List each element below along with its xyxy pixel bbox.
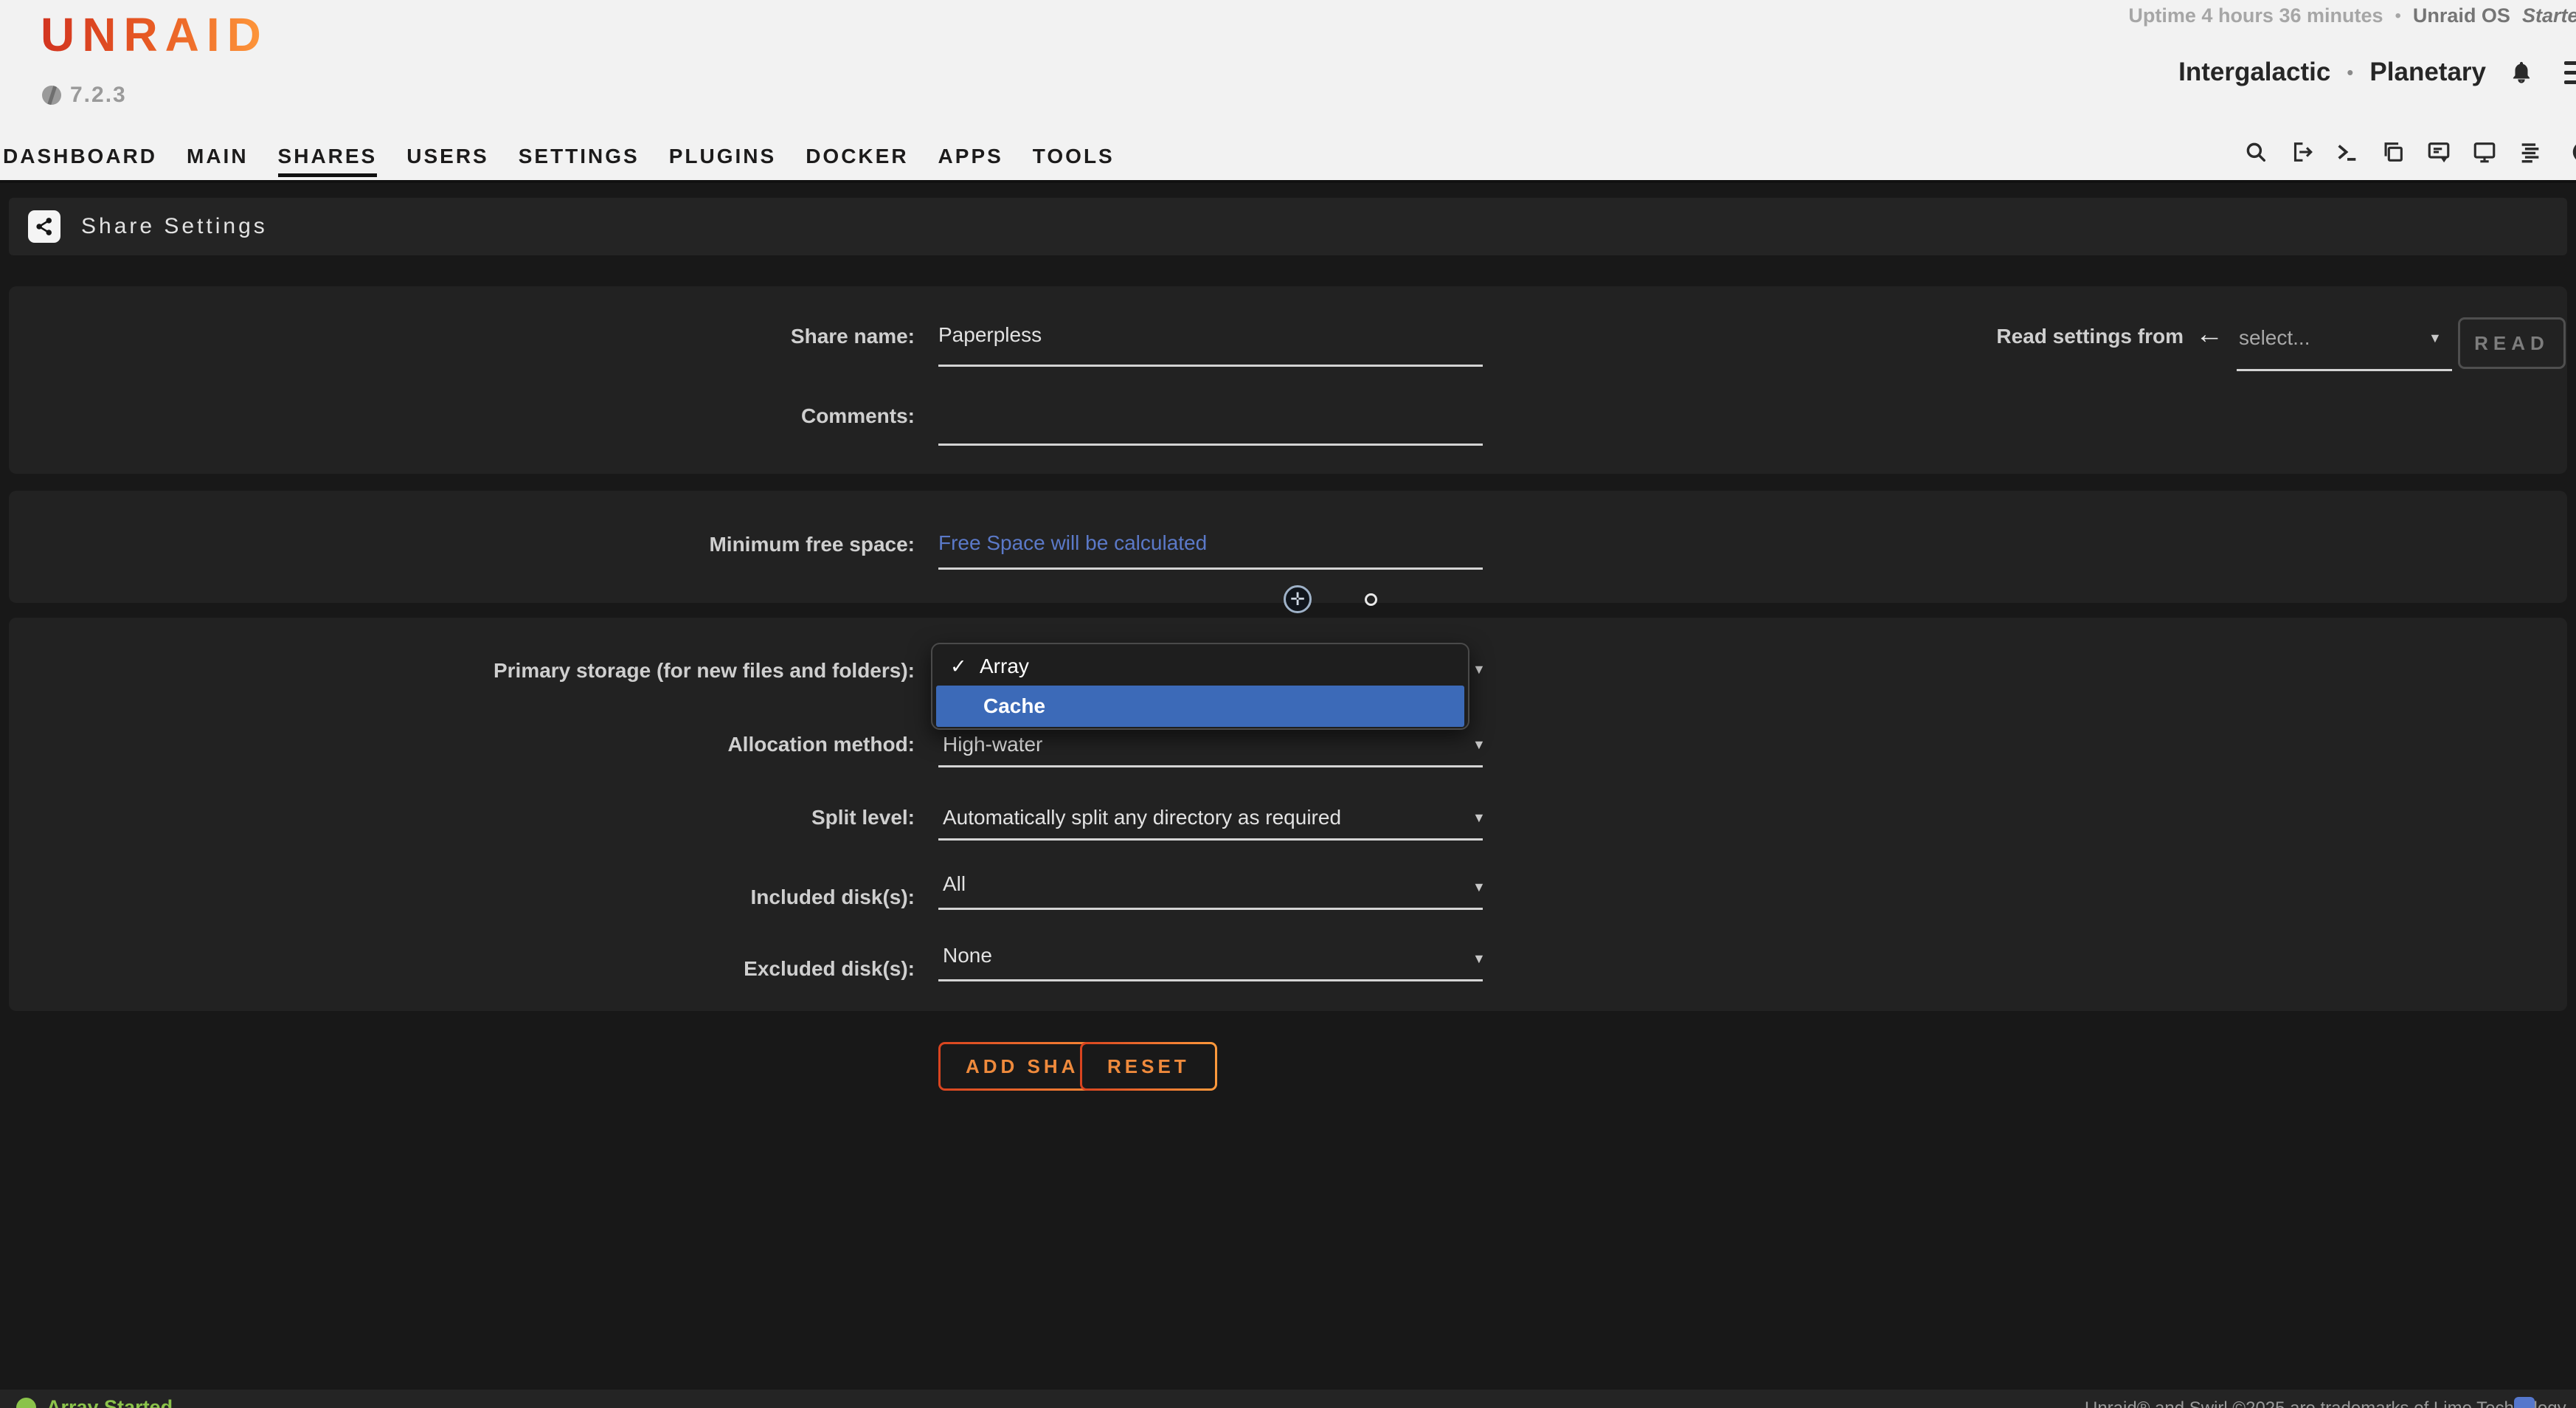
uptime-row: Uptime 4 hours 36 minutes • Unraid OS St…	[2128, 4, 2576, 27]
menu-icon[interactable]	[2564, 61, 2576, 84]
primary-storage-dropdown: ✓ Array Cache	[931, 643, 1469, 730]
nav-users[interactable]: USERS	[406, 145, 488, 173]
separator-dot: •	[2347, 61, 2353, 84]
search-icon[interactable]	[2243, 139, 2269, 165]
chevron-down-icon: ▼	[1472, 880, 1486, 895]
server-row: Intergalactic • Planetary	[2178, 58, 2576, 87]
reset-button[interactable]: RESET	[1082, 1044, 1215, 1088]
min-free-space-input[interactable]	[938, 524, 1483, 562]
os-name-label: Unraid OS	[2413, 4, 2510, 27]
footer: Array Started Unraid® and Swirl ©2025 ar…	[0, 1390, 2576, 1408]
excluded-disks-label: Excluded disk(s):	[0, 957, 915, 981]
copy-icon[interactable]	[2380, 139, 2406, 165]
arrow-left-icon: ←	[2195, 319, 2223, 351]
share-name-input[interactable]	[938, 316, 1483, 354]
separator-dot: •	[2395, 6, 2401, 27]
chevron-down-icon: ▼	[1472, 951, 1486, 967]
os-edition-label: Starter	[2522, 4, 2576, 27]
option-label: Cache	[983, 694, 1045, 718]
version-row: 7.2.3	[42, 83, 127, 108]
share-name-label: Share name:	[0, 325, 915, 348]
log-icon[interactable]	[2517, 139, 2544, 165]
comments-label: Comments:	[0, 404, 915, 428]
nav-plugins[interactable]: PLUGINS	[669, 145, 776, 173]
page-title-bar: Share Settings	[9, 198, 2567, 255]
server-description: Planetary	[2369, 58, 2486, 87]
version-icon	[42, 86, 61, 105]
check-icon: ✓	[950, 655, 980, 678]
included-disks-label: Included disk(s):	[0, 886, 915, 909]
share-name-underline	[938, 365, 1483, 367]
unraid-logo: UNRAID	[41, 7, 269, 62]
comments-underline	[938, 444, 1483, 446]
allocation-method-label: Allocation method:	[0, 733, 915, 756]
version-label: 7.2.3	[70, 83, 127, 108]
server-name: Intergalactic	[2178, 58, 2330, 87]
nav-docker[interactable]: DOCKER	[806, 145, 908, 173]
read-settings-underline	[2237, 369, 2452, 371]
min-free-space-label: Minimum free space:	[0, 533, 915, 556]
terminal-icon[interactable]	[2334, 139, 2361, 165]
read-settings-label: Read settings from	[1888, 325, 2184, 348]
primary-storage-label: Primary storage (for new files and folde…	[0, 659, 915, 683]
share-icon[interactable]	[28, 210, 60, 243]
comments-input[interactable]	[938, 396, 1483, 434]
chevron-down-icon: ▼	[1472, 810, 1486, 826]
chevron-down-icon: ▼	[2428, 331, 2442, 346]
nav-apps[interactable]: APPS	[938, 145, 1003, 173]
allocation-method-select[interactable]: High-water	[943, 733, 1042, 756]
read-button[interactable]: READ	[2458, 317, 2566, 369]
profile-icon[interactable]	[2563, 139, 2576, 165]
array-status[interactable]: Array Started	[16, 1396, 173, 1408]
feedback-icon[interactable]	[2426, 139, 2452, 165]
allocation-method-underline	[938, 765, 1483, 767]
reset-button-border: RESET	[1080, 1042, 1217, 1091]
monitor-icon[interactable]	[2471, 139, 2498, 165]
nav-dashboard[interactable]: DASHBOARD	[3, 145, 157, 173]
split-level-select[interactable]: Automatically split any directory as req…	[943, 806, 1341, 829]
nav-settings[interactable]: SETTINGS	[519, 145, 640, 173]
option-label: Array	[980, 655, 1029, 678]
array-status-label: Array Started	[46, 1396, 173, 1408]
split-level-underline	[938, 838, 1483, 841]
signout-icon[interactable]	[2288, 139, 2315, 165]
main-nav: DASHBOARD MAIN SHARES USERS SETTINGS PLU…	[3, 145, 1115, 177]
move-cursor-icon: ✛	[1284, 585, 1312, 613]
chevron-down-icon: ▼	[1472, 662, 1486, 677]
bell-icon[interactable]	[2508, 59, 2535, 86]
chevron-down-icon: ▼	[1472, 737, 1486, 753]
min-free-space-underline	[938, 567, 1483, 570]
dropdown-option-array[interactable]: ✓ Array	[932, 649, 1468, 684]
nav-tools[interactable]: TOOLS	[1033, 145, 1115, 173]
status-dot-icon	[16, 1398, 36, 1408]
pointer-ring-icon	[1365, 593, 1377, 606]
included-disks-select[interactable]: All	[943, 872, 966, 896]
header: UNRAID 7.2.3 Uptime 4 hours 36 minutes •…	[0, 0, 2576, 183]
uptime-label: Uptime 4 hours 36 minutes	[2128, 4, 2383, 27]
excluded-disks-select[interactable]: None	[943, 944, 992, 967]
read-settings-select[interactable]: select...	[2239, 326, 2310, 350]
header-toolbar	[2243, 139, 2576, 165]
copyright-text: Unraid® and Swirl ©2025 are trademarks o…	[2085, 1398, 2576, 1408]
footer-brand-icon[interactable]	[2514, 1397, 2535, 1408]
page-title: Share Settings	[81, 214, 268, 239]
nav-shares[interactable]: SHARES	[278, 145, 378, 177]
dropdown-option-cache[interactable]: Cache	[936, 686, 1464, 727]
included-disks-underline	[938, 908, 1483, 910]
split-level-label: Split level:	[0, 806, 915, 829]
nav-main[interactable]: MAIN	[187, 145, 249, 173]
excluded-disks-underline	[938, 979, 1483, 981]
